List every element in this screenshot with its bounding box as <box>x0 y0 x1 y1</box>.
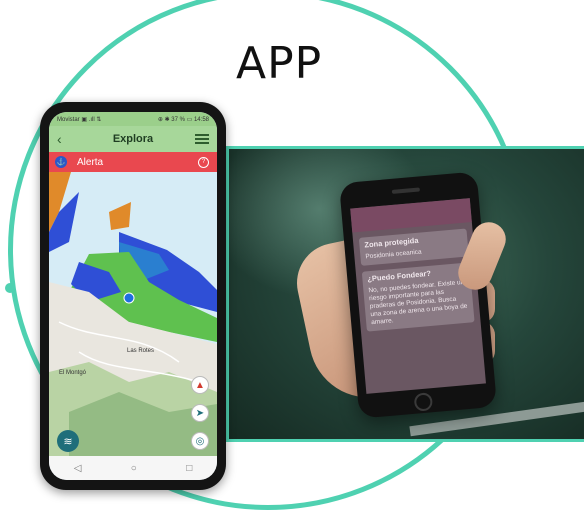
navigate-icon[interactable]: ➤ <box>191 404 209 422</box>
android-nav-bar: ◁ ○ □ <box>49 456 217 480</box>
info-card-zone: Zona protegida Posidonia oceanica <box>358 228 469 266</box>
help-icon[interactable]: ? <box>198 157 209 168</box>
map-label-mountain: El Montgó <box>59 370 87 376</box>
photo-phone-screen: Zona protegida Posidonia oceanica ¿Puedo… <box>350 198 486 394</box>
nav-recents-icon[interactable]: □ <box>186 463 192 474</box>
anchor-icon: ⚓ <box>55 156 67 168</box>
app-title: Explora <box>112 133 154 145</box>
layers-icon[interactable]: ≋ <box>57 430 79 452</box>
alert-label: Alerta <box>77 156 104 168</box>
speaker <box>391 187 420 194</box>
status-right: ⊕ ✱ 37 % ▭ 14:58 <box>157 116 209 123</box>
app-bar: ‹ Explora <box>49 126 217 152</box>
card-text: Posidonia oceanica <box>365 248 422 261</box>
home-button <box>413 392 434 412</box>
card-text: No, no puedes fondear. Existe un riesgo … <box>368 278 468 327</box>
nav-back-icon[interactable]: ◁ <box>74 463 82 474</box>
card-title: Zona protegida <box>364 235 419 250</box>
nav-home-icon[interactable]: ○ <box>131 463 137 474</box>
ring-dot-left <box>5 283 15 293</box>
back-arrow-icon[interactable]: ‹ <box>57 131 71 147</box>
photo-phone-topbar <box>350 198 472 233</box>
status-bar: Movistar ▣ .ıll ⇅ ⊕ ✱ 37 % ▭ 14:58 <box>49 112 217 126</box>
status-left: Movistar ▣ .ıll ⇅ <box>57 116 102 123</box>
phone-screen: Movistar ▣ .ıll ⇅ ⊕ ✱ 37 % ▭ 14:58 ‹ Exp… <box>49 112 217 480</box>
app-photo: Zona protegida Posidonia oceanica ¿Puedo… <box>226 146 584 442</box>
compass-icon[interactable]: ▲ <box>191 376 209 394</box>
phone-mockup: Movistar ▣ .ıll ⇅ ⊕ ✱ 37 % ▭ 14:58 ‹ Exp… <box>40 102 226 490</box>
alert-banner[interactable]: ⚓ Alerta ? <box>49 152 217 172</box>
photo-smartphone: Zona protegida Posidonia oceanica ¿Puedo… <box>338 171 498 419</box>
page-title: APP <box>236 38 323 89</box>
map-label-town: Las Rotes <box>127 348 155 354</box>
locate-icon[interactable]: ◎ <box>191 432 209 450</box>
menu-icon[interactable] <box>194 134 209 144</box>
